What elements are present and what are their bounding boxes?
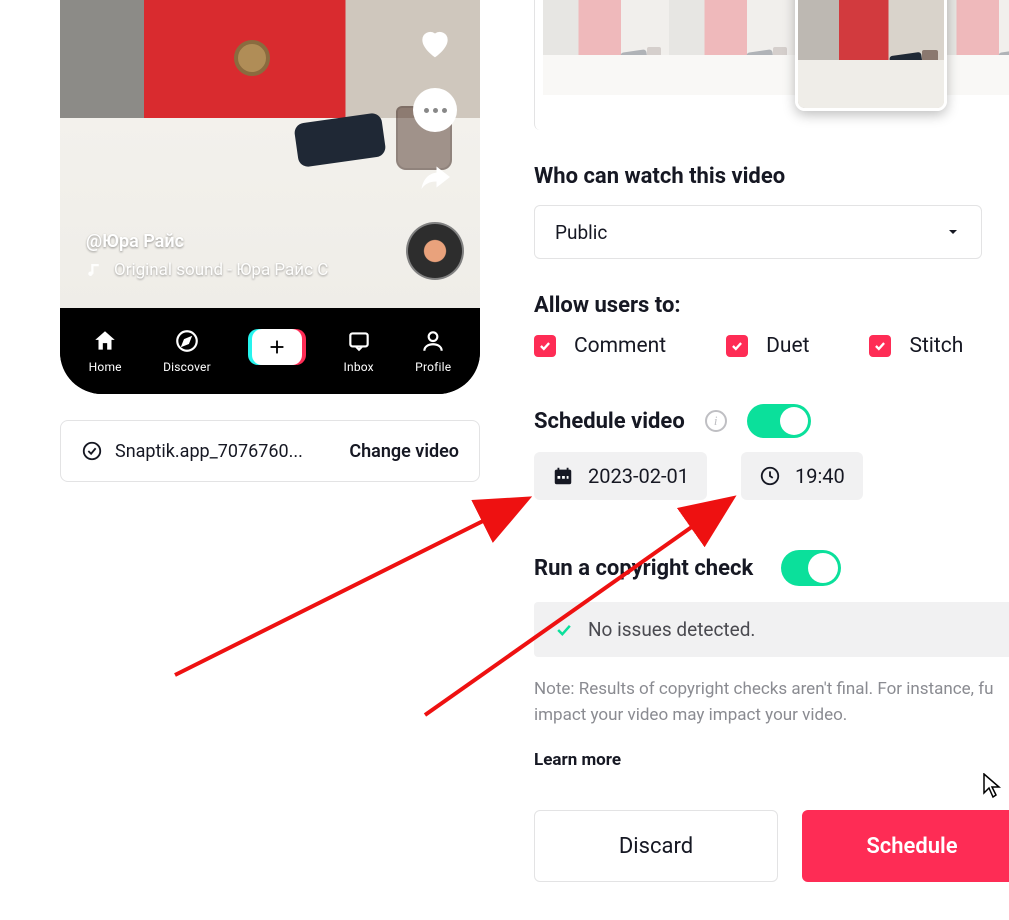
cover-thumbnails[interactable] [534, 0, 1009, 130]
allow-comment-checkbox[interactable]: Comment [534, 334, 666, 358]
cover-thumb-selected[interactable] [795, 0, 947, 111]
allow-duet-label: Duet [766, 334, 809, 358]
learn-more-link[interactable]: Learn more [534, 750, 1009, 770]
clock-icon [759, 465, 781, 487]
inbox-icon [346, 328, 372, 354]
info-icon[interactable]: i [705, 410, 727, 432]
privacy-selected-value: Public [555, 221, 607, 244]
privacy-select[interactable]: Public [534, 205, 982, 259]
date-picker[interactable]: 2023-02-01 [534, 452, 707, 500]
profile-icon [420, 328, 446, 354]
allow-title: Allow users to: [534, 293, 1009, 318]
copyright-result: No issues detected. [534, 602, 1009, 657]
home-icon [92, 328, 118, 354]
file-name: Snaptik.app_7076760... [115, 441, 303, 462]
time-value: 19:40 [795, 464, 845, 488]
phone-screen: @Юра Райс Original sound - Юра Райс С [60, 0, 480, 308]
plus-icon [266, 336, 288, 358]
sound-avatar[interactable] [406, 222, 464, 280]
like-icon[interactable] [414, 22, 456, 64]
check-icon [730, 339, 744, 353]
settings-column: Who can watch this video Public Allow us… [534, 0, 1009, 882]
check-icon [538, 339, 552, 353]
video-action-rail [406, 22, 464, 280]
music-note-icon [86, 261, 104, 279]
schedule-toggle[interactable] [747, 404, 811, 438]
user-handle[interactable]: @Юра Райс [86, 231, 328, 252]
sound-name[interactable]: Original sound - Юра Райс С [114, 260, 328, 280]
tab-inbox[interactable]: Inbox [344, 328, 374, 374]
copyright-toggle[interactable] [781, 550, 841, 586]
cover-thumb[interactable] [669, 0, 795, 95]
check-circle-icon [81, 440, 103, 462]
allow-stitch-label: Stitch [909, 334, 963, 358]
phone-tabbar: Home Discover Inbox Profile [60, 308, 480, 394]
tab-home[interactable]: Home [89, 328, 122, 374]
phone-frame: @Юра Райс Original sound - Юра Райс С Ho… [60, 0, 480, 394]
cover-thumb[interactable] [543, 0, 669, 95]
privacy-title: Who can watch this video [534, 164, 1009, 189]
date-value: 2023-02-01 [588, 464, 689, 488]
tab-create[interactable] [252, 329, 302, 365]
change-video-link[interactable]: Change video [349, 441, 459, 462]
tab-profile[interactable]: Profile [415, 328, 451, 374]
allow-stitch-checkbox[interactable]: Stitch [869, 334, 963, 358]
calendar-icon [552, 465, 574, 487]
copyright-title: Run a copyright check [534, 556, 753, 581]
video-prop-watch [234, 40, 270, 76]
compass-icon [174, 328, 200, 354]
copyright-note: Note: Results of copyright checks aren't… [534, 677, 1009, 728]
share-icon[interactable] [414, 156, 456, 198]
discard-button[interactable]: Discard [534, 810, 778, 882]
chevron-down-icon [945, 224, 961, 240]
check-icon [873, 339, 887, 353]
schedule-title: Schedule video [534, 409, 685, 434]
time-picker[interactable]: 19:40 [741, 452, 863, 500]
check-icon [554, 620, 574, 640]
mouse-cursor-icon [983, 773, 1003, 799]
video-overlay-text: @Юра Райс Original sound - Юра Райс С [86, 231, 328, 280]
copyright-result-text: No issues detected. [588, 618, 755, 641]
allow-comment-label: Comment [574, 334, 666, 358]
file-row: Snaptik.app_7076760... Change video [60, 420, 480, 482]
phone-preview-column: @Юра Райс Original sound - Юра Райс С Ho… [60, 0, 480, 394]
schedule-button[interactable]: Schedule [802, 810, 1009, 882]
comment-icon[interactable] [413, 88, 457, 132]
allow-duet-checkbox[interactable]: Duet [726, 334, 809, 358]
tab-discover[interactable]: Discover [163, 328, 211, 374]
